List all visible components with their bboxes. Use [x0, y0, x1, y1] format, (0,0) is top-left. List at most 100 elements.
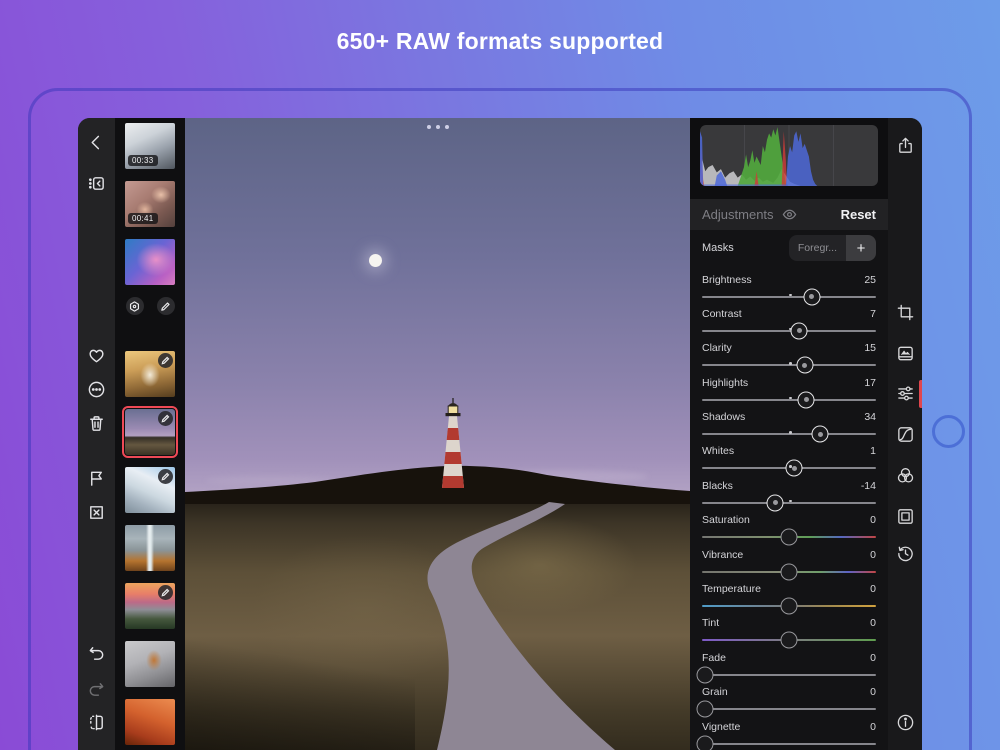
thumbnail-video-snow[interactable]: 00:33: [125, 123, 175, 169]
slider-knob[interactable]: [780, 563, 798, 581]
edited-pencil-icon: [158, 585, 173, 600]
slider-shadows[interactable]: Shadows 34: [702, 406, 876, 443]
slider-track[interactable]: [702, 494, 876, 512]
slider-track[interactable]: [696, 666, 876, 684]
slider-track[interactable]: [702, 425, 876, 443]
thumbnail-field-portrait[interactable]: [125, 351, 175, 397]
slider-track[interactable]: [702, 528, 876, 546]
thumbnail-lighthouse-dusk[interactable]: [122, 406, 178, 458]
more-options-icon[interactable]: [86, 379, 107, 400]
slider-label: Vignette: [702, 720, 741, 733]
redo-icon[interactable]: [86, 678, 107, 699]
slider-knob[interactable]: [785, 459, 803, 477]
mask-selector[interactable]: Foregr...: [788, 235, 846, 262]
slider-track[interactable]: [702, 459, 876, 477]
slider-knob[interactable]: [811, 425, 829, 443]
preset-hexagon-icon[interactable]: [125, 297, 144, 315]
slider-track[interactable]: [702, 322, 876, 340]
slider-track[interactable]: [702, 563, 876, 581]
masks-row: Masks Foregr... +: [690, 230, 888, 267]
thumbnail-person-steps[interactable]: [125, 641, 175, 687]
slider-grain[interactable]: Grain 0: [696, 681, 876, 718]
info-icon[interactable]: [895, 712, 915, 732]
slider-track[interactable]: [696, 700, 876, 718]
slider-knob[interactable]: [780, 631, 798, 649]
flag-icon[interactable]: [86, 468, 107, 489]
adjustments-header: Adjustments Reset: [690, 199, 888, 230]
slider-track[interactable]: [702, 391, 876, 409]
slider-label: Clarity: [702, 342, 732, 355]
edited-pencil-icon[interactable]: [156, 297, 175, 315]
masks-label: Masks: [702, 242, 734, 255]
edited-pencil-icon: [158, 411, 173, 426]
thumbnail-sunset-mountain[interactable]: [125, 583, 175, 629]
edit-badges-row: [125, 297, 175, 315]
more-dots-handle[interactable]: [426, 125, 449, 129]
slider-blacks[interactable]: Blacks -14: [702, 475, 876, 512]
thumbnail-orange-stairs[interactable]: [125, 699, 175, 745]
slider-knob[interactable]: [797, 391, 815, 409]
heart-icon[interactable]: [86, 345, 107, 366]
reset-button[interactable]: Reset: [841, 207, 876, 222]
slider-temperature[interactable]: Temperature 0: [702, 578, 876, 615]
moon: [369, 254, 382, 267]
thumbnail-neon-portrait[interactable]: [125, 239, 175, 285]
slider-value: -14: [860, 479, 876, 492]
slider-label: Grain: [702, 686, 728, 699]
slider-knob[interactable]: [790, 322, 808, 340]
right-toolbar: [888, 118, 922, 750]
color-mixer-icon[interactable]: [895, 465, 915, 485]
slider-track[interactable]: [702, 631, 876, 649]
slider-label: Shadows: [702, 411, 746, 424]
thumbnail-city-architecture[interactable]: [125, 467, 175, 513]
slider-knob[interactable]: [696, 735, 714, 750]
slider-track[interactable]: [702, 288, 876, 306]
curves-icon[interactable]: [895, 424, 915, 444]
slider-contrast[interactable]: Contrast 7: [702, 303, 876, 340]
preview-eye-icon[interactable]: [782, 207, 797, 222]
thumbnail-waterfall-cliff[interactable]: [125, 525, 175, 571]
slider-track[interactable]: [696, 735, 876, 750]
reject-flag-icon[interactable]: [86, 502, 107, 523]
photo-edit-icon[interactable]: [895, 343, 915, 363]
slider-saturation[interactable]: Saturation 0: [702, 509, 876, 546]
edited-pencil-icon: [158, 353, 173, 368]
slider-knob[interactable]: [796, 356, 814, 374]
slider-label: Fade: [702, 651, 726, 664]
add-mask-button[interactable]: +: [846, 235, 876, 262]
compare-icon[interactable]: [86, 712, 107, 733]
slider-knob[interactable]: [780, 597, 798, 615]
slider-knob[interactable]: [803, 288, 821, 306]
histogram-area: [690, 118, 888, 199]
slider-knob[interactable]: [696, 700, 714, 718]
slider-highlights[interactable]: Highlights 17: [702, 372, 876, 409]
slider-vignette[interactable]: Vignette 0: [696, 716, 876, 750]
filmstrip-toggle-icon[interactable]: [86, 173, 107, 194]
slider-whites[interactable]: Whites 1: [702, 440, 876, 477]
slider-vibrance[interactable]: Vibrance 0: [702, 544, 876, 581]
slider-tint[interactable]: Tint 0: [702, 612, 876, 649]
slider-label: Tint: [702, 617, 720, 630]
slider-value: 0: [870, 720, 876, 733]
history-icon[interactable]: [895, 543, 915, 563]
trash-icon[interactable]: [86, 413, 107, 434]
crop-icon[interactable]: [895, 302, 915, 322]
slider-clarity[interactable]: Clarity 15: [702, 337, 876, 374]
slider-knob[interactable]: [766, 494, 784, 512]
slider-knob[interactable]: [696, 666, 714, 684]
slider-track[interactable]: [702, 356, 876, 374]
undo-icon[interactable]: [86, 642, 107, 663]
adjust-sliders-icon[interactable]: [895, 383, 915, 403]
edited-pencil-icon: [158, 469, 173, 484]
slider-value: 7: [870, 307, 876, 320]
slider-value: 0: [870, 514, 876, 527]
slider-knob[interactable]: [780, 528, 798, 546]
border-frame-icon[interactable]: [895, 506, 915, 526]
share-export-icon[interactable]: [895, 135, 915, 155]
slider-track[interactable]: [702, 597, 876, 615]
slider-brightness[interactable]: Brightness 25: [702, 269, 876, 306]
back-icon[interactable]: [86, 132, 107, 153]
thumbnail-video-family[interactable]: 00:41: [125, 181, 175, 227]
slider-value: 0: [870, 583, 876, 596]
slider-fade[interactable]: Fade 0: [696, 647, 876, 684]
